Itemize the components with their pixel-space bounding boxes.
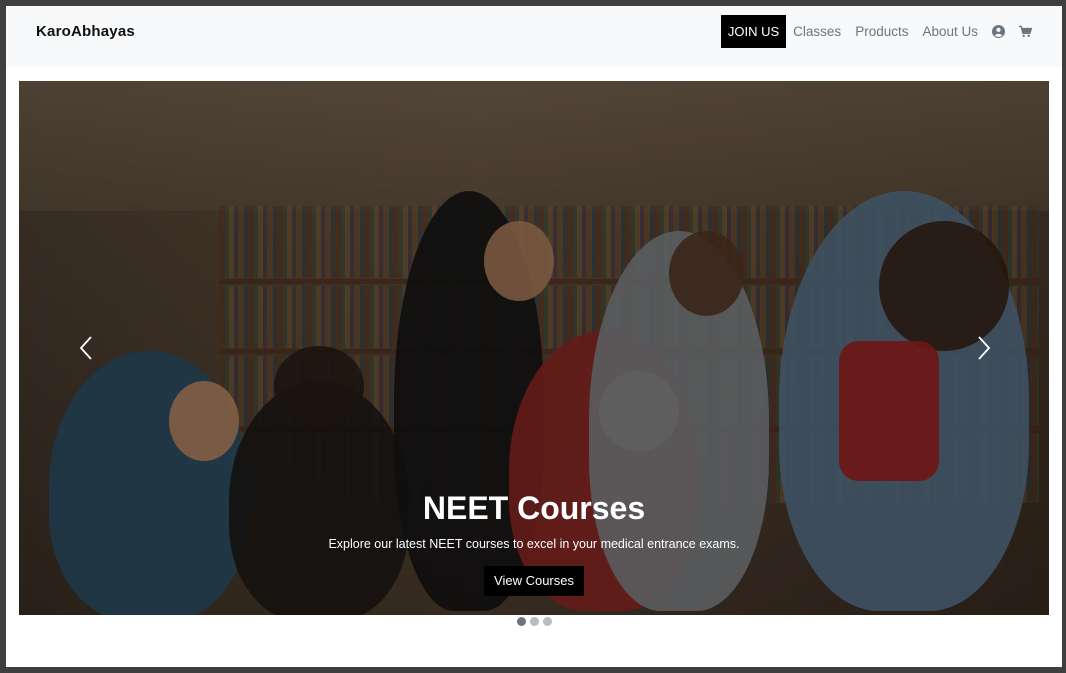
chevron-right-icon bbox=[978, 336, 991, 360]
carousel-indicator-1[interactable] bbox=[516, 617, 526, 626]
carousel-indicator-3[interactable] bbox=[542, 617, 552, 626]
carousel-indicators bbox=[6, 617, 1062, 626]
carousel-next-button[interactable] bbox=[971, 333, 995, 363]
user-circle-icon[interactable] bbox=[992, 25, 1005, 38]
chevron-left-icon bbox=[79, 336, 92, 360]
brand-logo[interactable]: KaroAbhayas bbox=[36, 23, 135, 40]
carousel-prev-button[interactable] bbox=[75, 333, 99, 363]
browser-viewport: KaroAbhayas JOIN US Classes Products Abo… bbox=[6, 6, 1062, 667]
hero-carousel: NEET Courses Explore our latest NEET cou… bbox=[19, 81, 1049, 615]
carousel-indicator-2[interactable] bbox=[529, 617, 539, 626]
carousel-description: Explore our latest NEET courses to excel… bbox=[328, 537, 740, 551]
nav-link-products[interactable]: Products bbox=[855, 24, 908, 39]
carousel-title: NEET Courses bbox=[422, 490, 646, 526]
shopping-cart-icon[interactable] bbox=[1019, 25, 1032, 38]
join-us-button[interactable]: JOIN US bbox=[720, 15, 787, 48]
view-courses-button[interactable]: View Courses bbox=[484, 566, 584, 596]
nav-menu: JOIN US Classes Products About Us bbox=[720, 15, 1032, 48]
nav-link-about-us[interactable]: About Us bbox=[922, 24, 978, 39]
carousel-caption: NEET Courses Explore our latest NEET cou… bbox=[19, 487, 1049, 596]
navbar: KaroAbhayas JOIN US Classes Products Abo… bbox=[6, 6, 1062, 67]
nav-link-classes[interactable]: Classes bbox=[793, 24, 841, 39]
